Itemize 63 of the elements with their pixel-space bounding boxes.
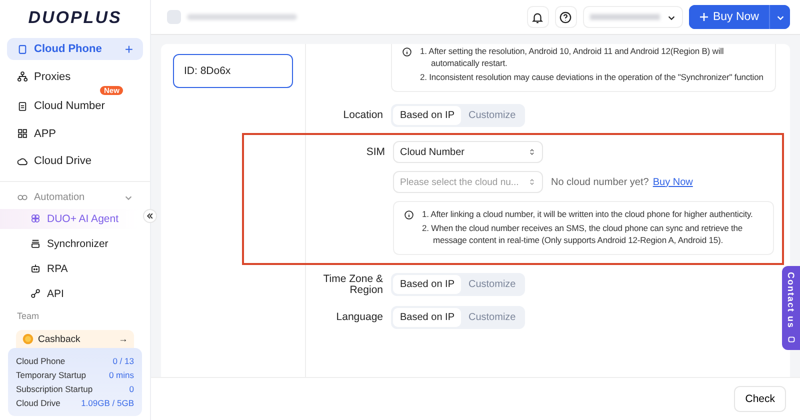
nav-item[interactable]: API (0, 284, 140, 304)
usage-label: Cloud Drive (16, 398, 60, 408)
sort-icon (528, 178, 536, 186)
buy-now-button[interactable]: Buy Now (688, 5, 770, 29)
cloud-icon (17, 156, 28, 166)
nav-item[interactable]: APP (7, 122, 143, 144)
logo: DUOPLUS (28, 8, 122, 28)
buy-now-link[interactable]: Buy Now (652, 176, 693, 188)
sort-icon (528, 148, 536, 156)
field-label: Location (342, 110, 383, 121)
contact-us-tab[interactable]: Contact us (782, 266, 800, 350)
device-card[interactable]: ID: 8Do6x (173, 54, 293, 88)
stack-icon (30, 238, 41, 249)
collapse-button[interactable] (143, 209, 157, 223)
segment-option[interactable]: Based on IP (393, 308, 462, 327)
sim-type-select[interactable]: Cloud Number (393, 141, 543, 163)
note-text: 2. When the cloud number receives an SMS, the cloud phone can sync and retrieve the message content in real-time (Only supports Android 12-Region A, Android 15). (422, 222, 744, 246)
team-group-header[interactable]: Team (0, 310, 150, 322)
nav-item[interactable]: RPA (0, 258, 140, 278)
field-label: Time Zone & Region (322, 274, 383, 296)
workspace-icon (167, 10, 181, 24)
note-text: 1. After linking a cloud number, it will be written into the cloud phone for higher authenticity. (422, 208, 754, 220)
plug-icon (30, 288, 41, 299)
help-button[interactable] (554, 6, 577, 28)
nav-item[interactable]: Cloud Number (7, 95, 143, 117)
note-text: 1. After setting the resolution, Android 10, Android 11 and Android 12(Region B) will automatically restart. (420, 45, 725, 69)
bell-icon (531, 10, 544, 24)
check-button[interactable]: Check (734, 386, 786, 412)
usage-value: 0 (129, 384, 134, 394)
double-chevron-icon (146, 212, 154, 220)
coin-icon (22, 333, 34, 345)
arrow-icon: → (118, 334, 128, 344)
phone-icon (17, 44, 28, 54)
info-icon (402, 47, 412, 57)
segment-option[interactable]: Based on IP (393, 275, 462, 294)
usage-value: 0 mins (108, 370, 134, 380)
field-label: Language (335, 312, 383, 323)
plus-icon (698, 12, 709, 22)
usage-value: 1.09GB / 5GB (81, 398, 134, 408)
network-icon (17, 71, 28, 82)
nav-item[interactable]: Proxies (7, 66, 143, 88)
nav-item[interactable]: Synchronizer (0, 234, 140, 254)
robot-icon (30, 263, 41, 274)
document-icon (17, 100, 28, 112)
info-icon (404, 210, 414, 220)
add-button[interactable]: + (124, 41, 133, 57)
automation-group-header[interactable]: Automation (0, 190, 150, 206)
usage-label: Temporary Startup (16, 370, 86, 380)
usage-value: 0 / 13 (112, 356, 134, 366)
hint-text: No cloud number yet? (551, 176, 649, 188)
nav-item[interactable]: Cloud Drive (7, 150, 143, 172)
grid-icon (17, 128, 28, 139)
usage-label: Cloud Phone (16, 356, 66, 366)
notification-button[interactable] (526, 6, 549, 28)
flower-icon (30, 213, 41, 224)
cashback-banner[interactable]: Cashback → (16, 330, 134, 348)
help-icon (559, 10, 572, 24)
segment-option[interactable]: Based on IP (393, 106, 462, 125)
usage-label: Subscription Startup (16, 384, 93, 394)
cashback-label: Cashback (38, 334, 80, 344)
field-label: SIM (365, 146, 385, 158)
infinity-icon (17, 192, 28, 203)
note-text: 2. Inconsistent resolution may cause deviations in the operation of the "Synchronizer" function (420, 71, 764, 83)
